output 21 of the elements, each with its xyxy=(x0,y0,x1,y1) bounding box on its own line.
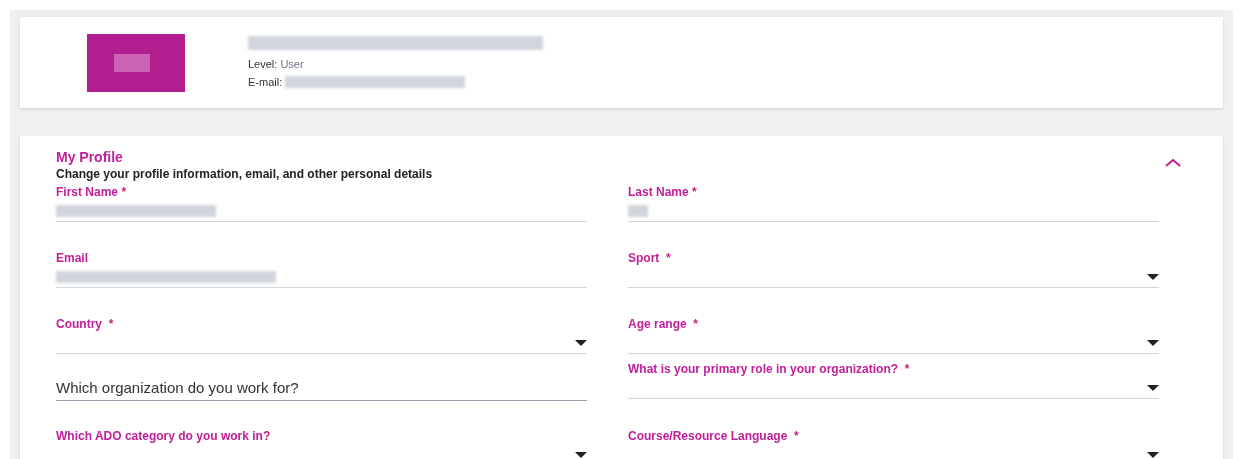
caret-icon xyxy=(1147,339,1159,346)
field-label: What is your primary role in your organization? * xyxy=(628,361,911,377)
field-label: Sport * xyxy=(628,250,672,266)
collapse-button[interactable] xyxy=(1163,156,1183,170)
user-level: Level: User xyxy=(248,57,305,71)
caret-icon xyxy=(1147,451,1159,458)
caret-icon xyxy=(575,451,587,458)
field-label: Last Name * xyxy=(628,184,698,200)
field-label: First Name * xyxy=(56,184,128,200)
input-field[interactable]: Which organization do you work for? xyxy=(56,375,587,401)
section-subtitle: Change your profile information, email, and other personal details xyxy=(56,166,433,182)
caret-icon xyxy=(1147,384,1159,391)
field-label: Which ADO category do you work in? xyxy=(56,428,272,444)
field-label: Country * xyxy=(56,316,115,332)
field-label: Course/Resource Language * xyxy=(628,428,800,444)
field-label: Email xyxy=(56,250,89,266)
field-label: Age range * xyxy=(628,316,700,332)
email-label: E-mail: xyxy=(248,75,283,89)
caret-icon xyxy=(575,339,587,346)
caret-icon xyxy=(1147,273,1159,280)
section-title: My Profile xyxy=(56,148,124,166)
